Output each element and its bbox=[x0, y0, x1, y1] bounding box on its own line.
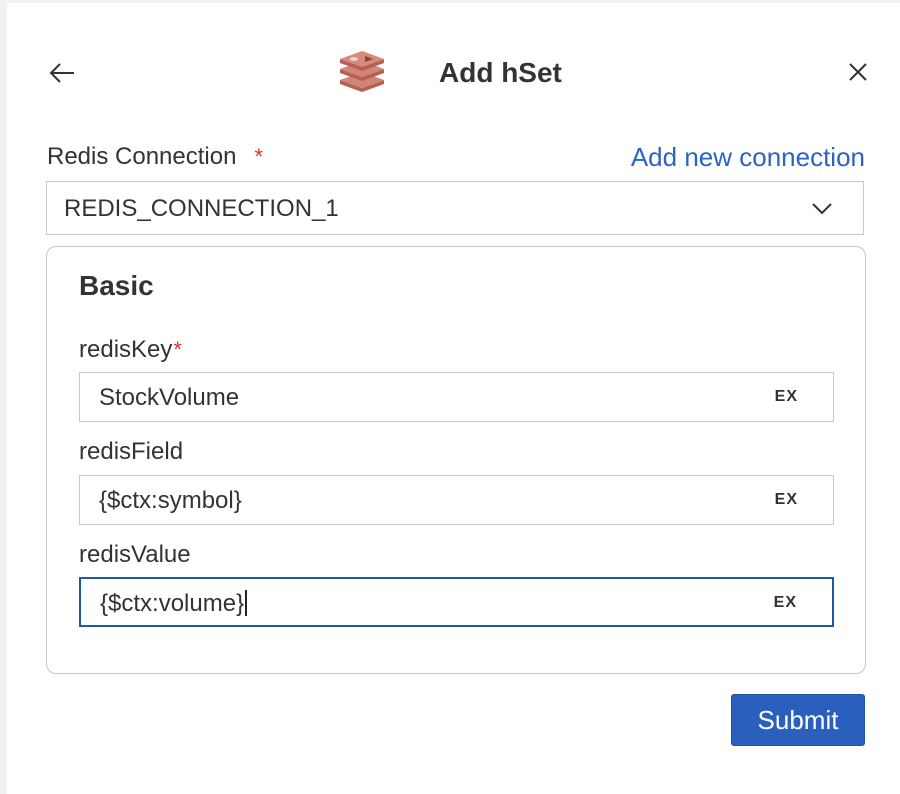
text-caret bbox=[245, 590, 247, 616]
basic-section: Basic redisKey* StockVolume EX redisFiel… bbox=[46, 246, 866, 674]
arrow-left-icon bbox=[46, 58, 78, 90]
redis-field-label: redisField bbox=[79, 437, 183, 467]
required-indicator: * bbox=[254, 144, 264, 169]
redis-value-input[interactable]: {$ctx:volume} EX bbox=[79, 577, 834, 627]
redis-connection-label: Redis Connection * bbox=[47, 142, 263, 172]
add-new-connection-link[interactable]: Add new connection bbox=[631, 141, 865, 173]
redis-value-label: redisValue bbox=[79, 540, 191, 570]
redis-key-expression-toggle[interactable]: EX bbox=[775, 387, 798, 407]
redis-value-value-wrap: {$ctx:volume} bbox=[100, 590, 247, 618]
redis-value-value: {$ctx:volume} bbox=[100, 590, 245, 617]
redis-value-expression-toggle[interactable]: EX bbox=[774, 593, 797, 613]
redis-key-label-text: redisKey bbox=[79, 336, 173, 363]
chevron-down-icon bbox=[811, 200, 833, 221]
redis-key-label: redisKey* bbox=[79, 335, 182, 365]
back-button[interactable] bbox=[46, 58, 78, 90]
redis-field-value: {$ctx:symbol} bbox=[99, 487, 242, 514]
redis-logo-icon bbox=[336, 50, 388, 94]
left-edge-strip bbox=[0, 0, 7, 794]
redis-key-value: StockVolume bbox=[99, 384, 240, 411]
redis-connection-label-text: Redis Connection bbox=[47, 143, 237, 170]
redis-value-label-text: redisValue bbox=[79, 541, 191, 568]
required-indicator: * bbox=[173, 337, 182, 362]
close-button[interactable] bbox=[844, 58, 872, 86]
redis-field-expression-toggle[interactable]: EX bbox=[775, 490, 798, 510]
basic-section-title: Basic bbox=[79, 270, 154, 301]
close-icon bbox=[844, 58, 872, 86]
submit-button[interactable]: Submit bbox=[731, 694, 865, 746]
redis-field-label-text: redisField bbox=[79, 438, 184, 465]
redis-connection-selected-value: REDIS_CONNECTION_1 bbox=[64, 195, 339, 222]
page-title: Add hSet bbox=[439, 57, 562, 88]
redis-field-input[interactable]: {$ctx:symbol} EX bbox=[79, 475, 834, 525]
redis-key-input[interactable]: StockVolume EX bbox=[79, 372, 834, 422]
redis-connection-select[interactable]: REDIS_CONNECTION_1 bbox=[46, 181, 864, 235]
